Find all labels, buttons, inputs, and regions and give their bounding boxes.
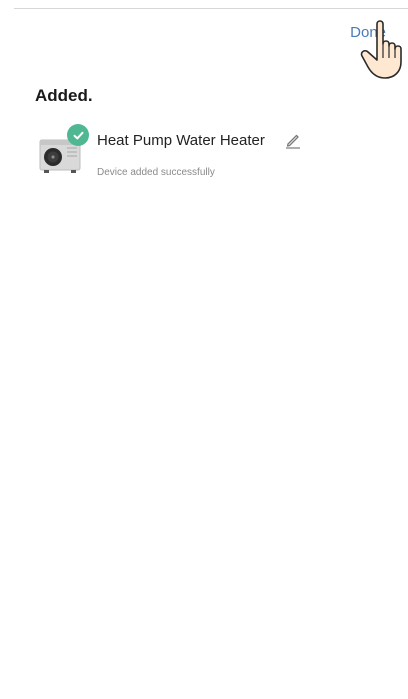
edit-pencil-icon[interactable] (284, 131, 302, 149)
device-name: Heat Pump Water Heater (97, 132, 265, 149)
device-list-item[interactable]: Heat Pump Water Heater Device added succ… (38, 124, 378, 186)
device-status-text: Device added successfully (97, 167, 215, 178)
check-icon (67, 124, 89, 146)
hand-pointer-icon (360, 20, 402, 79)
top-divider (14, 8, 408, 9)
section-title: Added. (35, 86, 93, 105)
